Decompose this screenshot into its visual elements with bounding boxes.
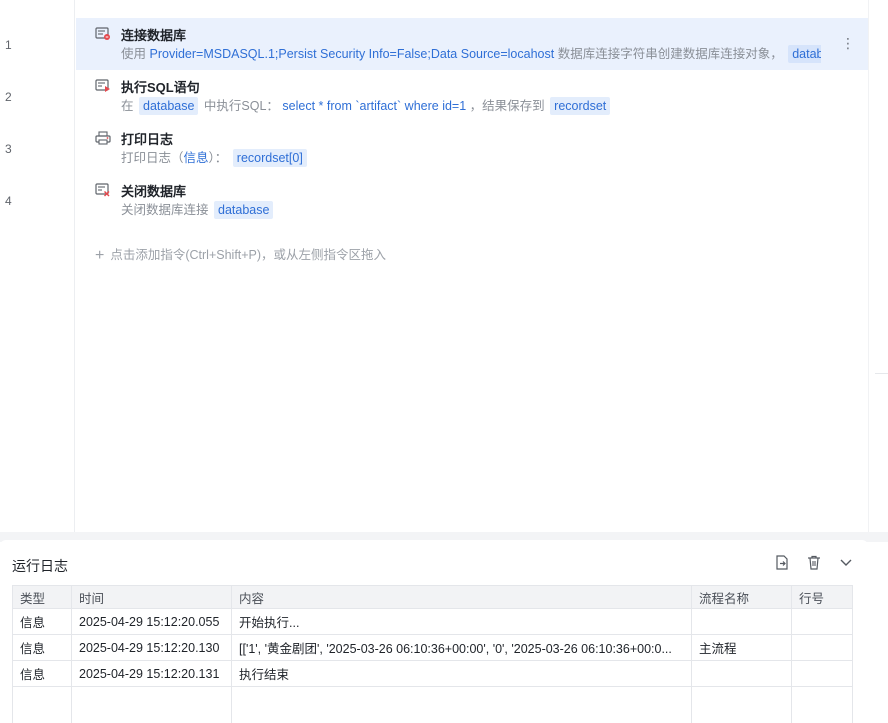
column-header[interactable]: 时间 bbox=[71, 585, 232, 609]
trash-icon[interactable] bbox=[806, 554, 822, 570]
log-content: 开始执行... bbox=[231, 608, 692, 635]
right-panel-edge bbox=[868, 0, 888, 540]
step-title: 连接数据库 bbox=[121, 28, 187, 43]
export-icon[interactable] bbox=[774, 554, 790, 570]
add-command-hint[interactable]: + 点击添加指令(Ctrl+Shift+P)，或从左侧指令区拖入 bbox=[95, 244, 386, 265]
flow-editor[interactable]: 连接数据库 使用 Provider=MSDASQL.1;Persist Secu… bbox=[76, 0, 868, 532]
variable-chip[interactable]: recordset bbox=[550, 97, 611, 115]
plus-icon: + bbox=[95, 247, 105, 264]
step-print-log[interactable]: 打印日志 打印日志（信息）： recordset[0] bbox=[76, 122, 868, 174]
line-number-gutter: 1 2 3 4 bbox=[0, 0, 75, 532]
step-execute-sql[interactable]: 执行SQL语句 在 database 中执行SQL： select * from… bbox=[76, 70, 868, 122]
run-log-panel: 运行日志 类型 时间 内容 流程名称 行号 信息 2025-04-29 15:1… bbox=[0, 540, 868, 723]
log-flow-name: 主流程 bbox=[691, 634, 792, 661]
log-line-number bbox=[791, 660, 853, 687]
variable-chip[interactable]: database bbox=[214, 201, 274, 219]
line-number: 4 bbox=[5, 194, 12, 208]
step-title: 打印日志 bbox=[121, 132, 174, 147]
variable-chip[interactable]: recordset[0] bbox=[232, 149, 307, 167]
more-options-icon[interactable]: ⋮ bbox=[841, 36, 855, 50]
divider bbox=[875, 373, 888, 374]
step-description: 关闭数据库连接 database bbox=[121, 201, 275, 219]
table-header-row: 类型 时间 内容 流程名称 行号 bbox=[12, 585, 853, 609]
step-connect-database[interactable]: 连接数据库 使用 Provider=MSDASQL.1;Persist Secu… bbox=[76, 18, 868, 70]
log-flow-name bbox=[691, 660, 792, 687]
table-row[interactable]: 信息 2025-04-29 15:12:20.131 执行结束 bbox=[12, 660, 853, 687]
column-header[interactable]: 内容 bbox=[231, 585, 692, 609]
table-row[interactable]: 信息 2025-04-29 15:12:20.130 [['1', '黄金剧团'… bbox=[12, 634, 853, 661]
sql-text: select * from `artifact` where id=1 bbox=[282, 99, 467, 113]
step-description: 在 database 中执行SQL： select * from `artifa… bbox=[121, 97, 612, 115]
log-time: 2025-04-29 15:12:20.055 bbox=[71, 608, 232, 635]
log-toolbar bbox=[774, 554, 854, 570]
log-type: 信息 bbox=[12, 634, 72, 661]
step-description: 使用 Provider=MSDASQL.1;Persist Security I… bbox=[121, 45, 821, 63]
chevron-down-icon[interactable] bbox=[838, 554, 854, 570]
log-content: [['1', '黄金剧团', '2025-03-26 06:10:36+00:0… bbox=[231, 634, 692, 661]
log-type: 信息 bbox=[12, 608, 72, 635]
log-type: 信息 bbox=[12, 660, 72, 687]
log-table: 类型 时间 内容 流程名称 行号 信息 2025-04-29 15:12:20.… bbox=[12, 585, 853, 723]
step-title: 关闭数据库 bbox=[121, 184, 187, 199]
variable-chip[interactable]: database bbox=[139, 97, 199, 115]
database-close-icon bbox=[95, 183, 111, 197]
log-content: 执行结束 bbox=[231, 660, 692, 687]
log-line-number bbox=[791, 634, 853, 661]
print-log-icon bbox=[95, 131, 111, 145]
database-connect-icon bbox=[95, 27, 111, 41]
connection-string: Provider=MSDASQL.1;Persist Security Info… bbox=[149, 47, 555, 61]
log-level: 信息 bbox=[183, 151, 209, 165]
sql-execute-icon bbox=[95, 79, 111, 93]
column-header[interactable]: 行号 bbox=[791, 585, 853, 609]
column-header[interactable]: 流程名称 bbox=[691, 585, 792, 609]
log-time: 2025-04-29 15:12:20.130 bbox=[71, 634, 232, 661]
step-title: 执行SQL语句 bbox=[121, 80, 200, 95]
log-line-number bbox=[791, 608, 853, 635]
log-time: 2025-04-29 15:12:20.131 bbox=[71, 660, 232, 687]
line-number: 3 bbox=[5, 142, 12, 156]
step-description: 打印日志（信息）： recordset[0] bbox=[121, 149, 309, 167]
log-panel-title: 运行日志 bbox=[12, 558, 68, 574]
table-row[interactable]: 信息 2025-04-29 15:12:20.055 开始执行... bbox=[12, 608, 853, 635]
line-number: 1 bbox=[5, 38, 12, 52]
variable-chip[interactable]: database bbox=[788, 45, 821, 63]
column-header[interactable]: 类型 bbox=[12, 585, 72, 609]
line-number: 2 bbox=[5, 90, 12, 104]
empty-row bbox=[12, 686, 853, 723]
step-close-database[interactable]: 关闭数据库 关闭数据库连接 database bbox=[76, 174, 868, 226]
log-flow-name bbox=[691, 608, 792, 635]
